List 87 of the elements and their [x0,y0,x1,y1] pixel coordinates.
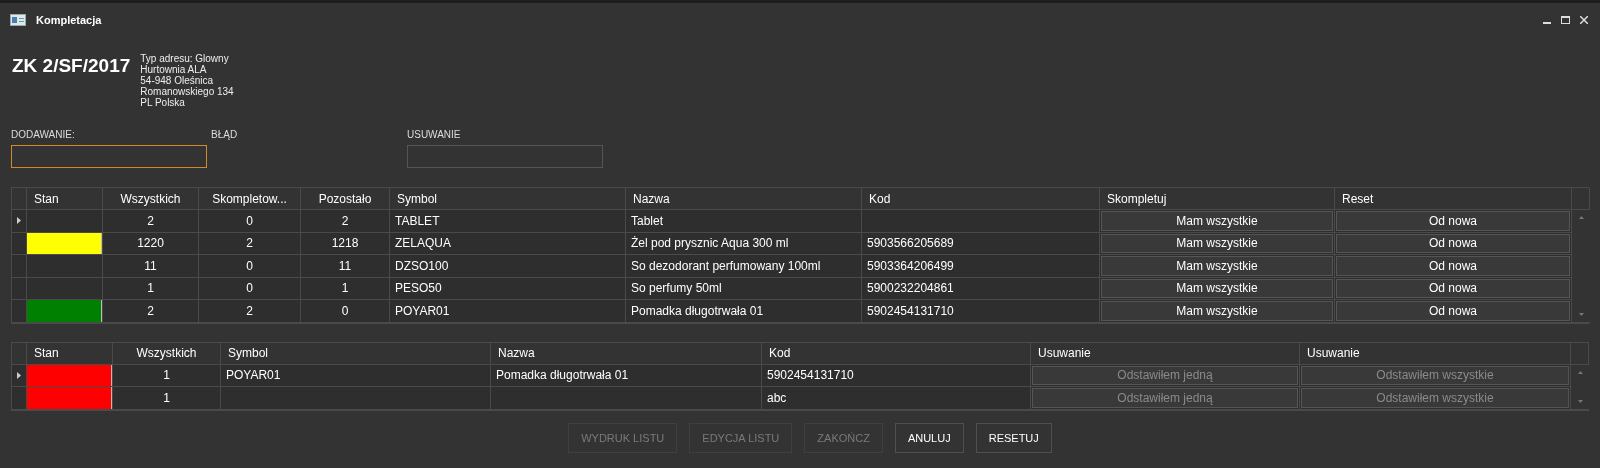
table-cell: 11 [103,255,199,278]
table-cell: 2 [199,232,301,255]
input-field[interactable] [11,145,207,168]
row-action-button[interactable]: Mam wszystkie [1101,278,1333,298]
table-cell: 5902454131710 [862,300,1100,323]
table-cell: 5902454131710 [762,364,1031,387]
table-cell: Żel pod prysznic Aqua 300 ml [626,232,862,255]
field-label: BŁĄD [211,129,238,140]
current-row-icon [17,371,21,379]
table-cell: Tablet [626,210,862,233]
column-header[interactable]: Reset [1335,188,1572,210]
input-field[interactable] [407,145,603,168]
column-header[interactable]: Kod [762,342,1031,365]
table-cell: 0 [199,255,301,278]
row-action-button[interactable]: Mam wszystkie [1101,301,1333,321]
table-cell: Pomadka długotrwała 01 [626,300,862,323]
column-header[interactable]: Usuwanie [1300,342,1571,365]
app-icon [10,14,26,26]
address-line: Hurtownia ALA [140,64,207,75]
table-cell: So perfumy 50ml [626,277,862,300]
row-action-button[interactable]: Mam wszystkie [1101,211,1333,231]
column-header[interactable]: Wszystkich [113,342,221,365]
column-header[interactable]: Symbol [221,342,491,365]
table-cell: 1 [103,277,199,300]
column-header[interactable]: Nazwa [626,188,862,210]
row-action-button[interactable]: Od nowa [1336,301,1570,321]
column-header[interactable]: Stan [27,188,103,210]
maximize-icon[interactable] [1561,16,1570,24]
dialog-button[interactable]: RESETUJ [975,422,1052,453]
table-cell: 2 [103,300,199,323]
order-number: ZK 2/SF/2017 [12,55,131,77]
column-header[interactable]: Kod [862,188,1100,210]
table-cell: 2 [301,210,390,233]
column-header[interactable]: Wszystkich [103,188,199,210]
table-cell: 1 [113,387,221,410]
table-cell: 0 [301,300,390,323]
scroll-down-icon[interactable] [1578,312,1584,316]
table-cell: 0 [199,210,301,233]
table-cell: 11 [301,255,390,278]
row-action-button[interactable]: Od nowa [1336,233,1570,253]
table-cell: 5903566205689 [862,232,1100,255]
address-line: 54-948 Oleśnica [140,75,214,86]
row-action-button[interactable]: Od nowa [1336,256,1570,276]
scroll-down-icon[interactable] [1577,399,1583,403]
row-header[interactable] [12,210,27,233]
table-cell: 1218 [301,232,390,255]
table-cell: DZSO100 [390,255,626,278]
table-cell: POYAR01 [221,364,491,387]
table-cell: 5903364206499 [862,255,1100,278]
table-cell: Pomadka długotrwała 01 [491,364,762,387]
field-label: DODAWANIE: [11,129,75,140]
dialog-button[interactable]: ANULUJ [894,422,964,453]
table-cell: TABLET [390,210,626,233]
column-header[interactable]: Skompletow... [199,188,301,210]
scrollbar[interactable] [1571,364,1589,410]
table-cell: PESO50 [390,277,626,300]
row-action-button[interactable]: Mam wszystkie [1101,256,1333,276]
table-cell: So dezodorant perfumowany 100ml [626,255,862,278]
column-header[interactable]: Stan [27,342,113,365]
table-cell: ZELAQUA [390,232,626,255]
table-cell: 2 [103,210,199,233]
table-cell: 2 [199,300,301,323]
scroll-up-icon[interactable] [1578,216,1584,219]
field-label: USUWANIE [407,129,461,140]
address-line: Romanowskiego 134 [140,86,234,97]
table-cell: 0 [199,277,301,300]
column-header[interactable]: Skompletuj [1100,188,1335,210]
table-cell: 1 [113,364,221,387]
window-title: Kompletacja [36,14,103,26]
column-header[interactable]: Nazwa [491,342,762,365]
row-action-button[interactable]: Od nowa [1336,211,1570,231]
address-line: Typ adresu: Glowny [140,53,229,64]
column-header[interactable]: Symbol [390,188,626,210]
row-action-button[interactable]: Mam wszystkie [1101,233,1333,253]
table-cell: 1220 [103,232,199,255]
scroll-up-icon[interactable] [1577,370,1583,374]
column-header[interactable]: Pozostało [301,188,390,210]
current-row-icon [17,217,21,225]
column-header[interactable]: Usuwanie [1031,342,1300,365]
address-line: PL Polska [140,97,185,108]
table-cell: abc [762,387,1031,410]
table-cell: 1 [301,277,390,300]
scrollbar[interactable] [1572,210,1590,323]
close-icon[interactable] [1580,16,1588,24]
table-cell: POYAR01 [390,300,626,323]
table-cell: 5900232204861 [862,277,1100,300]
row-action-button[interactable]: Od nowa [1336,278,1570,298]
